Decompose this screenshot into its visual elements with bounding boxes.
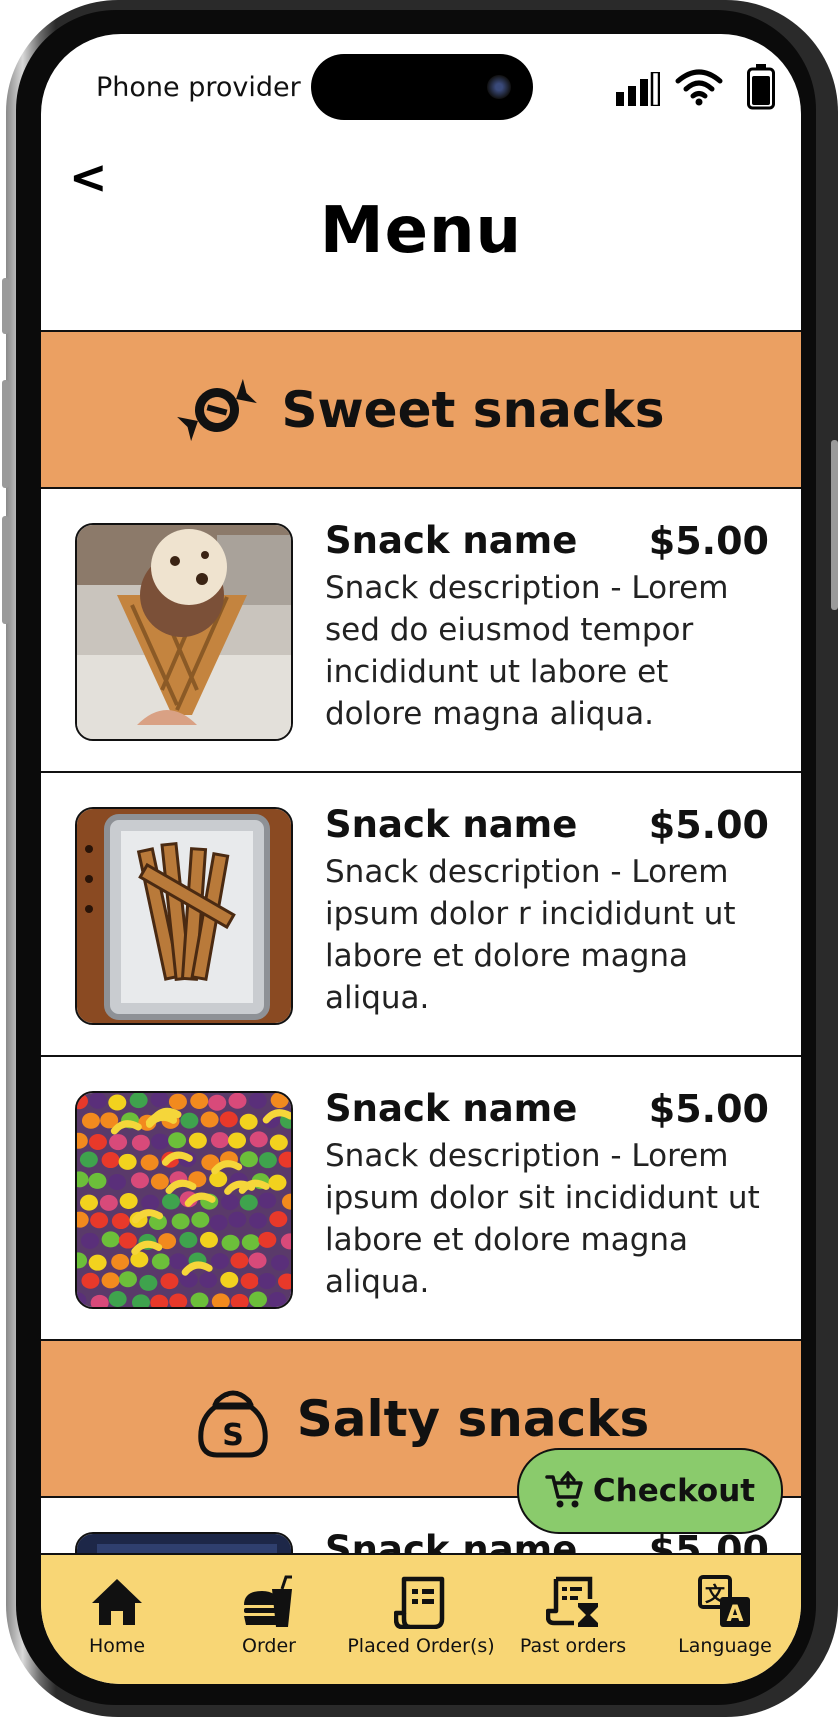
fruit-candies-photo [75,1091,293,1309]
item-name: Snack name [325,1087,578,1130]
nav-label: Placed Order(s) [347,1635,495,1657]
ice-cream-cone-photo [75,523,293,741]
checkout-button[interactable]: Checkout [517,1448,783,1534]
provider-label: Phone provider [96,72,301,103]
bottom-nav: Home Order Placed Order(s) Past orders 文… [41,1553,801,1684]
checkout-label: Checkout [592,1473,756,1509]
nav-label: Home [88,1635,146,1657]
burger-drink-icon [244,1575,292,1627]
item-price: $5.00 [648,803,769,847]
home-icon [92,1579,142,1625]
item-price: $5.00 [648,1087,769,1131]
candy-icon [177,378,258,441]
nav-item-language[interactable]: 文 A Language [649,1555,801,1684]
item-price: $5.00 [648,519,769,563]
status-icons [571,64,781,114]
front-camera [487,75,511,99]
category-label: Salty snacks [296,1389,650,1448]
page-title: Menu [319,194,523,268]
churros-tray-photo [75,807,293,1025]
item-description: Snack description - Lorem sed do eiusmod… [325,570,729,732]
nav-item-home[interactable]: Home [41,1555,193,1684]
menu-item[interactable]: Snack name $5.00 Snack description - Lor… [41,489,801,773]
nav-item-placed-orders[interactable]: Placed Order(s) [345,1555,497,1684]
volume-up-button [2,380,9,488]
nav-item-order[interactable]: Order [193,1555,345,1684]
nav-label: Past orders [519,1635,627,1657]
nav-item-past-orders[interactable]: Past orders [497,1555,649,1684]
signal-icon [616,72,660,106]
salt-shaker-icon: S [198,1390,268,1457]
battery-icon [747,64,775,110]
menu-item[interactable]: Snack name $5.00 Snack description - Lor… [41,773,801,1057]
svg-text:S: S [222,1418,244,1453]
svg-text:A: A [726,1602,743,1627]
wifi-icon [675,69,723,106]
power-button [831,440,838,610]
dynamic-island [311,54,533,120]
item-description: Snack description - Lorem ipsum dolor si… [325,1138,760,1300]
menu-list[interactable]: Sweet snacks Snack name $5.00 Snack desc… [41,330,801,1592]
item-description: Snack description - Lorem ipsum dolor r … [325,854,736,1016]
translate-icon: 文 A [698,1575,750,1627]
action-button [2,278,9,334]
nav-label: Order [242,1635,296,1657]
status-bar: Phone provider [41,34,801,144]
item-name: Snack name [325,803,578,846]
receipt-hourglass-icon [546,1576,598,1627]
receipt-icon [394,1576,445,1629]
menu-item[interactable]: Snack name $5.00 Snack description - Lor… [41,1057,801,1341]
item-name: Snack name [325,519,578,562]
nav-label: Language [678,1635,772,1657]
screen: Phone provider < Menu Sweet snacks Snack… [41,34,801,1684]
volume-down-button [2,516,9,624]
category-label: Sweet snacks [281,380,665,439]
cart-add-icon [545,1471,583,1508]
category-header-sweet-snacks[interactable]: Sweet snacks [41,332,801,489]
